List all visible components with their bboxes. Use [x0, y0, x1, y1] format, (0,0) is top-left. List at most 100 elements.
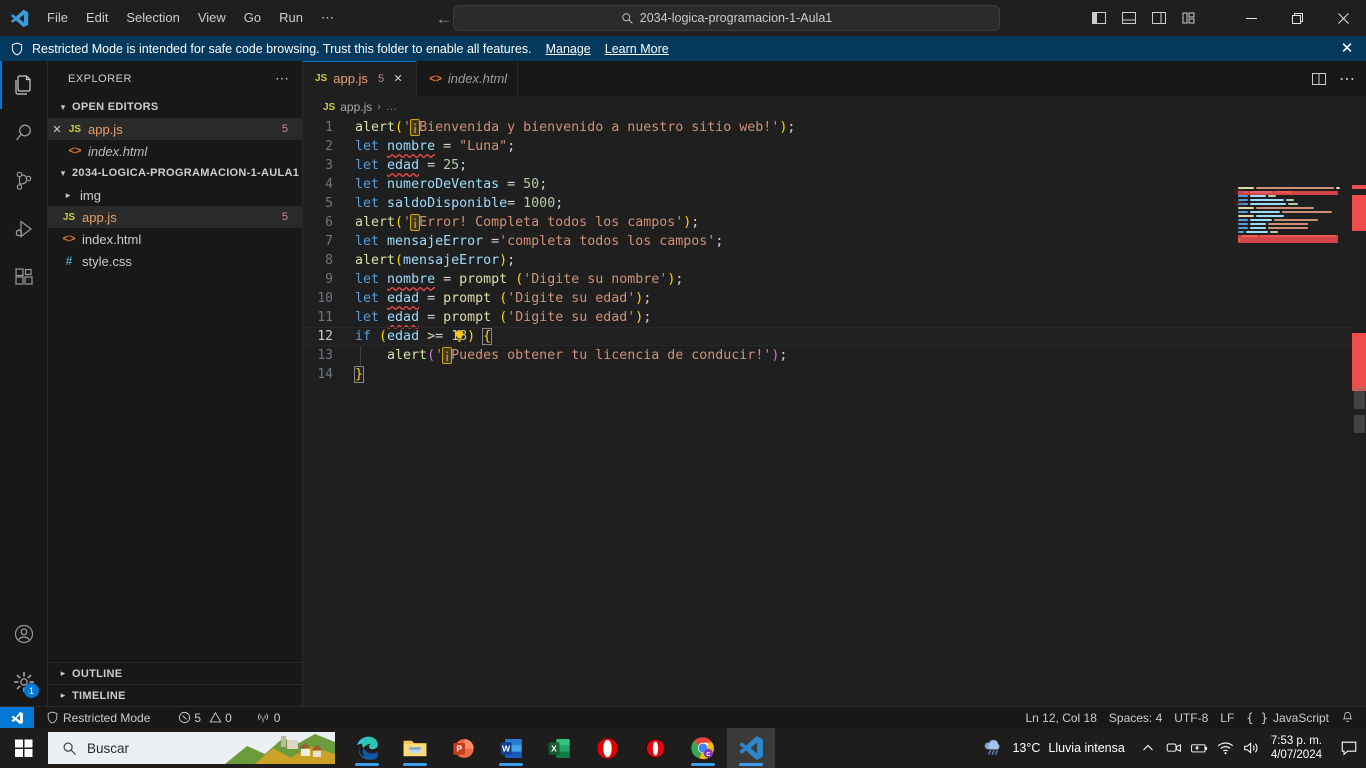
taskbar-app-excel[interactable]: X — [535, 728, 583, 768]
taskbar-app-opera[interactable] — [583, 728, 631, 768]
status-bar-right: Ln 12, Col 18 Spaces: 4 UTF-8 LF { } Jav… — [1020, 707, 1366, 729]
section-open-editors[interactable]: ▾ OPEN EDITORS — [48, 96, 302, 118]
menu-selection[interactable]: Selection — [118, 6, 187, 30]
minimap[interactable] — [1230, 175, 1344, 706]
taskbar-app-opera-gx[interactable] — [631, 728, 679, 768]
section-outline[interactable]: ▸ OUTLINE — [48, 662, 303, 684]
vscode-icon — [739, 736, 763, 760]
remote-window-indicator[interactable] — [0, 706, 34, 729]
tree-item-label: img — [80, 187, 101, 203]
open-editor-index-html[interactable]: <> index.html — [48, 140, 302, 162]
toggle-primary-sidebar-icon[interactable] — [1086, 5, 1112, 31]
editor-tab-bar: JS app.js 5 ✕ <> index.html ⋯ — [303, 61, 1366, 96]
maximize-button[interactable] — [1274, 0, 1320, 36]
status-cursor-position[interactable]: Ln 12, Col 18 — [1020, 707, 1103, 729]
status-eol[interactable]: LF — [1214, 707, 1240, 729]
search-icon — [622, 12, 633, 24]
weather-widget[interactable]: 13°C Lluvia intensa — [972, 737, 1134, 759]
line-number: 7 — [325, 234, 333, 249]
close-button[interactable] — [1320, 0, 1366, 36]
notification-center-icon[interactable] — [1332, 728, 1366, 768]
activity-item-explorer[interactable] — [0, 61, 48, 109]
menu-go[interactable]: Go — [236, 6, 269, 30]
menu-edit[interactable]: Edit — [78, 6, 116, 30]
code-lines: 1 alert('¡Bienvenida y bienvenido a nues… — [303, 118, 1366, 384]
radio-tower-icon — [257, 712, 268, 722]
menu-view[interactable]: View — [190, 6, 234, 30]
taskbar-app-file-explorer[interactable] — [391, 728, 439, 768]
tree-item-style-css[interactable]: # style.css — [48, 250, 302, 272]
activity-item-search[interactable] — [0, 109, 48, 157]
breadcrumb-rest[interactable]: … — [386, 101, 397, 113]
banner-manage-link[interactable]: Manage — [546, 42, 591, 56]
toggle-secondary-sidebar-icon[interactable] — [1146, 5, 1172, 31]
clock[interactable]: 7:53 p. m. 4/07/2024 — [1265, 734, 1332, 762]
breadcrumb-file[interactable]: app.js — [340, 100, 372, 114]
wifi-icon[interactable] — [1213, 728, 1239, 768]
activity-item-manage[interactable]: 1 — [0, 658, 48, 706]
code-editor[interactable]: 1 alert('¡Bienvenida y bienvenido a nues… — [303, 118, 1366, 706]
open-editor-app-js[interactable]: ✕ JS app.js 5 — [48, 118, 302, 140]
taskbar-app-microsoft-edge[interactable] — [343, 728, 391, 768]
js-icon: JS — [315, 73, 328, 84]
command-center-search[interactable]: 2034-logica-programacion-1-Aula1 — [453, 5, 1000, 31]
section-folder-root[interactable]: ▾ 2034-LOGICA-PROGRAMACION-1-AULA1 — [48, 162, 302, 184]
html-icon: <> — [62, 233, 76, 245]
menu-file[interactable]: File — [39, 6, 76, 30]
status-notifications[interactable] — [1335, 707, 1366, 729]
banner-learn-more-link[interactable]: Learn More — [605, 42, 669, 56]
activity-item-run-debug[interactable] — [0, 205, 48, 253]
close-icon[interactable]: ✕ — [48, 123, 66, 136]
volume-icon[interactable] — [1239, 728, 1265, 768]
activity-item-accounts[interactable] — [0, 610, 48, 658]
status-problems[interactable]: 5 0 — [172, 707, 237, 729]
taskbar-search-box[interactable]: Buscar — [48, 732, 335, 764]
meet-now-icon[interactable] — [1161, 728, 1187, 768]
sidebar-title-bar: EXPLORER ⋯ — [48, 61, 302, 96]
tree-item-img[interactable]: ▸ img — [48, 184, 302, 206]
arrow-left-icon[interactable]: ← — [433, 10, 455, 27]
tab-close-icon[interactable]: ✕ — [390, 72, 406, 85]
open-editor-label: app.js — [88, 121, 123, 137]
braces-icon: { } — [1246, 710, 1268, 725]
tree-item-index-html[interactable]: <> index.html — [48, 228, 302, 250]
code-line: 14 } — [303, 365, 1366, 384]
status-ports[interactable]: 0 — [250, 707, 287, 729]
more-actions-icon[interactable]: ⋯ — [1334, 66, 1360, 92]
toggle-panel-icon[interactable] — [1116, 5, 1142, 31]
section-timeline[interactable]: ▸ TIMELINE — [48, 684, 303, 706]
code-line: 7 let mensajeError ='completa todos los … — [303, 232, 1366, 251]
more-actions-icon[interactable]: ⋯ — [275, 70, 290, 87]
tab-index-html[interactable]: <> index.html — [417, 61, 519, 96]
taskbar-app-powerpoint[interactable]: P — [439, 728, 487, 768]
ports-count: 0 — [273, 710, 281, 725]
minimize-button[interactable] — [1228, 0, 1274, 36]
status-indentation[interactable]: Spaces: 4 — [1103, 707, 1168, 729]
status-language-mode[interactable]: { } JavaScript — [1240, 707, 1335, 729]
windows-start-icon[interactable] — [0, 728, 48, 768]
battery-icon[interactable] — [1187, 728, 1213, 768]
activity-item-source-control[interactable] — [0, 157, 48, 205]
quick-fix-lightbulb-icon[interactable] — [356, 310, 464, 342]
banner-close-icon[interactable]: ✕ — [1338, 40, 1356, 57]
encoding-label: UTF-8 — [1174, 710, 1209, 725]
taskbar-app-word[interactable]: W — [487, 728, 535, 768]
menu-more[interactable]: ⋯ — [313, 6, 342, 30]
menu-run[interactable]: Run — [271, 6, 311, 30]
status-restricted-mode[interactable]: Restricted Mode — [40, 707, 156, 729]
status-encoding[interactable]: UTF-8 — [1168, 707, 1214, 729]
activity-item-extensions[interactable] — [0, 253, 48, 301]
customize-layout-icon[interactable] — [1176, 5, 1202, 31]
show-hidden-icons-chevron[interactable] — [1135, 728, 1161, 768]
tree-item-label: style.css — [82, 253, 132, 269]
taskbar-app-visual-studio-code[interactable] — [727, 728, 775, 768]
split-editor-icon[interactable] — [1306, 66, 1332, 92]
editor-scrollbar[interactable] — [1352, 175, 1366, 706]
workspace-trust-banner: Restricted Mode is intended for safe cod… — [0, 36, 1366, 61]
system-tray: 13°C Lluvia intensa 7:53 p. m. 4/07/2024 — [972, 728, 1366, 768]
rain-cloud-icon — [985, 739, 1000, 755]
tree-item-app-js[interactable]: JS app.js 5 — [48, 206, 302, 228]
tab-problem-count: 5 — [377, 72, 385, 85]
tab-app-js[interactable]: JS app.js 5 ✕ — [303, 61, 418, 96]
taskbar-app-google-chrome[interactable]: C — [679, 728, 727, 768]
